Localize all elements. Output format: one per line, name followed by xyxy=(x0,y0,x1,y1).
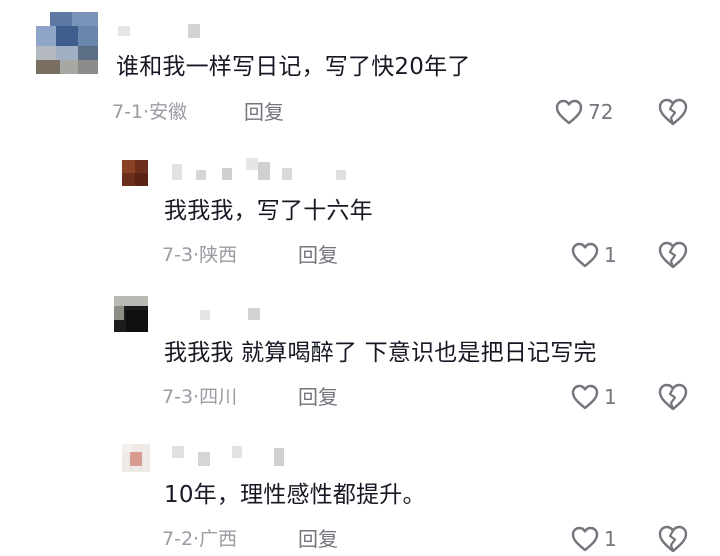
comment-date: 7-3 xyxy=(162,386,194,408)
username-blurred[interactable] xyxy=(118,22,218,44)
like-count: 1 xyxy=(604,243,617,267)
like-button[interactable]: 1 xyxy=(570,524,617,554)
like-button[interactable]: 1 xyxy=(570,382,617,412)
avatar[interactable] xyxy=(114,296,148,332)
username-blurred[interactable] xyxy=(170,444,290,466)
comment-date: 7-1 xyxy=(112,101,144,123)
comment-meta: 7-1·安徽 xyxy=(112,100,187,124)
comment-meta: 7-2·广西 xyxy=(162,527,237,551)
reply-button[interactable]: 回复 xyxy=(298,385,338,409)
like-count: 1 xyxy=(604,527,617,551)
heart-outline-icon xyxy=(571,526,599,552)
heart-outline-icon xyxy=(571,384,599,410)
comment-text: 我我我 就算喝醉了 下意识也是把日记写完 xyxy=(164,340,597,366)
comment-text: 我我我，写了十六年 xyxy=(164,198,373,224)
username-blurred[interactable] xyxy=(170,158,350,180)
heart-outline-icon xyxy=(555,99,583,125)
comment-text: 10年，理性感性都提升。 xyxy=(164,482,426,508)
like-button[interactable]: 72 xyxy=(554,97,613,127)
comment-date: 7-3 xyxy=(162,244,194,266)
username-blurred[interactable] xyxy=(200,304,270,326)
comment-item: 10年，理性感性都提升。 7-2·广西 回复 1 xyxy=(0,0,720,553)
reply-button[interactable]: 回复 xyxy=(244,100,284,124)
avatar[interactable] xyxy=(122,160,148,186)
comment-location: 安徽 xyxy=(149,101,188,123)
comment-location: 陕西 xyxy=(199,244,238,266)
comment-location: 广西 xyxy=(199,528,238,550)
comment-meta: 7-3·四川 xyxy=(162,385,237,409)
like-count: 1 xyxy=(604,385,617,409)
comment-text: 谁和我一样写日记，写了快20年了 xyxy=(116,54,471,80)
broken-heart-icon[interactable] xyxy=(656,97,690,127)
broken-heart-icon[interactable] xyxy=(656,382,690,412)
like-count: 72 xyxy=(588,100,614,124)
reply-button[interactable]: 回复 xyxy=(298,243,338,267)
comment-thread: 谁和我一样写日记，写了快20年了 7-1·安徽 回复 72 我我我，写了十六年 … xyxy=(0,0,720,556)
comment-location: 四川 xyxy=(199,386,238,408)
like-button[interactable]: 1 xyxy=(570,240,617,270)
heart-outline-icon xyxy=(571,242,599,268)
comment-date: 7-2 xyxy=(162,528,194,550)
avatar[interactable] xyxy=(36,12,98,74)
avatar[interactable] xyxy=(122,444,150,472)
broken-heart-icon[interactable] xyxy=(656,524,690,554)
broken-heart-icon[interactable] xyxy=(656,240,690,270)
reply-button[interactable]: 回复 xyxy=(298,527,338,551)
comment-item: 谁和我一样写日记，写了快20年了 7-1·安徽 回复 72 xyxy=(0,0,720,140)
comment-meta: 7-3·陕西 xyxy=(162,243,237,267)
